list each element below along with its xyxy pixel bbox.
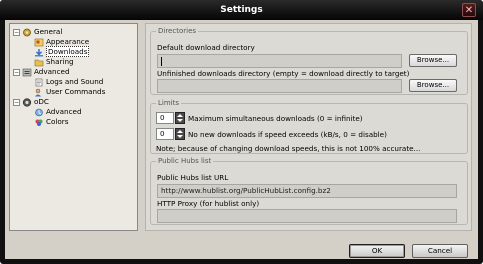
odc-icon (22, 97, 32, 107)
unfinished-directory-label: Unfinished downloads directory (empty = … (157, 69, 410, 78)
collapse-toggle[interactable]: − (13, 98, 20, 106)
dialog-body: − General Appearance Downloads Sharing − A… (5, 20, 478, 259)
max-downloads-input[interactable]: 0 (156, 112, 174, 124)
title-bar: Settings ✕ (0, 0, 483, 20)
tree-item-advanced[interactable]: − Advanced (13, 67, 70, 77)
text-cursor (161, 56, 162, 66)
advanced-icon (35, 108, 43, 116)
speed-limit-label: No new downloads if speed exceeds (kB/s,… (188, 130, 387, 139)
http-proxy-label: HTTP Proxy (for hublist only) (157, 199, 260, 208)
hublist-url-field[interactable]: http://www.hublist.org/PublicHubList.con… (157, 184, 457, 198)
close-icon: ✕ (464, 5, 474, 16)
default-directory-label: Default download directory (157, 43, 255, 52)
http-proxy-field[interactable] (157, 209, 457, 223)
tree-item-sharing[interactable]: Sharing (34, 57, 74, 67)
tree-item-label: Sharing (46, 57, 74, 66)
collapse-toggle[interactable]: − (13, 28, 20, 36)
tree-item-label: General (34, 27, 63, 36)
directories-group: Directories Default download directory B… (150, 27, 468, 95)
settings-panel: Directories Default download directory B… (145, 23, 472, 231)
tree-item-label: Colors (46, 117, 69, 126)
cancel-button[interactable]: Cancel (412, 244, 468, 258)
tree-item-label: Advanced (34, 67, 70, 76)
public-hubs-group: Public Hubs list Public Hubs list URL ht… (150, 157, 468, 225)
collapse-toggle[interactable]: − (13, 68, 20, 76)
paint-icon (34, 38, 44, 46)
commands-icon (35, 88, 41, 96)
group-title: Directories (156, 27, 199, 36)
unfinished-directory-field[interactable] (157, 79, 402, 93)
tree-item-label: Appearance (46, 37, 90, 46)
tree-item-logs-and-sound[interactable]: Logs and Sound (34, 77, 103, 87)
logs-icon (35, 78, 43, 86)
max-downloads-spinner[interactable] (175, 112, 185, 124)
spin-up-icon (177, 114, 183, 117)
tree-item-odc[interactable]: − oDC (13, 97, 49, 107)
tree-item-label: Logs and Sound (46, 77, 104, 86)
spin-down-icon (177, 119, 183, 122)
speed-limit-input[interactable]: 0 (156, 128, 174, 140)
speed-limit-spinner[interactable] (175, 128, 185, 140)
share-icon (34, 59, 44, 66)
tree-item-colors[interactable]: Colors (34, 117, 69, 127)
max-downloads-label: Maximum simultaneous downloads (0 = infi… (188, 114, 363, 123)
limits-group: Limits 0 Maximum simultaneous downloads … (150, 99, 468, 154)
hublist-url-label: Public Hubs list URL (157, 173, 229, 182)
ok-button[interactable]: OK (349, 244, 405, 258)
spin-up-icon (177, 130, 183, 133)
group-title: Public Hubs list (156, 157, 214, 166)
tools-icon (22, 68, 32, 76)
settings-window: Settings ✕ − General Appearance Downloads… (0, 0, 483, 264)
tree-item-label: oDC (34, 97, 49, 106)
tree-item-user-commands[interactable]: User Commands (34, 87, 105, 97)
tree-item-label: User Commands (46, 87, 106, 96)
unfinished-directory-browse-button[interactable]: Browse... (409, 79, 457, 92)
download-icon (35, 48, 43, 56)
gear-icon (23, 28, 31, 36)
colors-icon (35, 119, 43, 126)
settings-tree[interactable]: − General Appearance Downloads Sharing − A… (9, 23, 138, 231)
close-button[interactable]: ✕ (462, 3, 476, 17)
tree-item-odc-advanced[interactable]: Advanced (34, 107, 82, 117)
limits-note: Note; because of changing download speed… (156, 144, 421, 153)
tree-item-downloads[interactable]: Downloads (34, 46, 90, 57)
tree-item-label: Downloads (46, 46, 90, 57)
default-directory-field[interactable] (157, 54, 402, 68)
default-directory-browse-button[interactable]: Browse... (409, 54, 457, 67)
spin-down-icon (177, 135, 183, 138)
group-title: Limits (156, 99, 181, 108)
window-title: Settings (220, 5, 263, 15)
tree-item-general[interactable]: − General (13, 27, 62, 37)
tree-item-label: Advanced (46, 107, 82, 116)
